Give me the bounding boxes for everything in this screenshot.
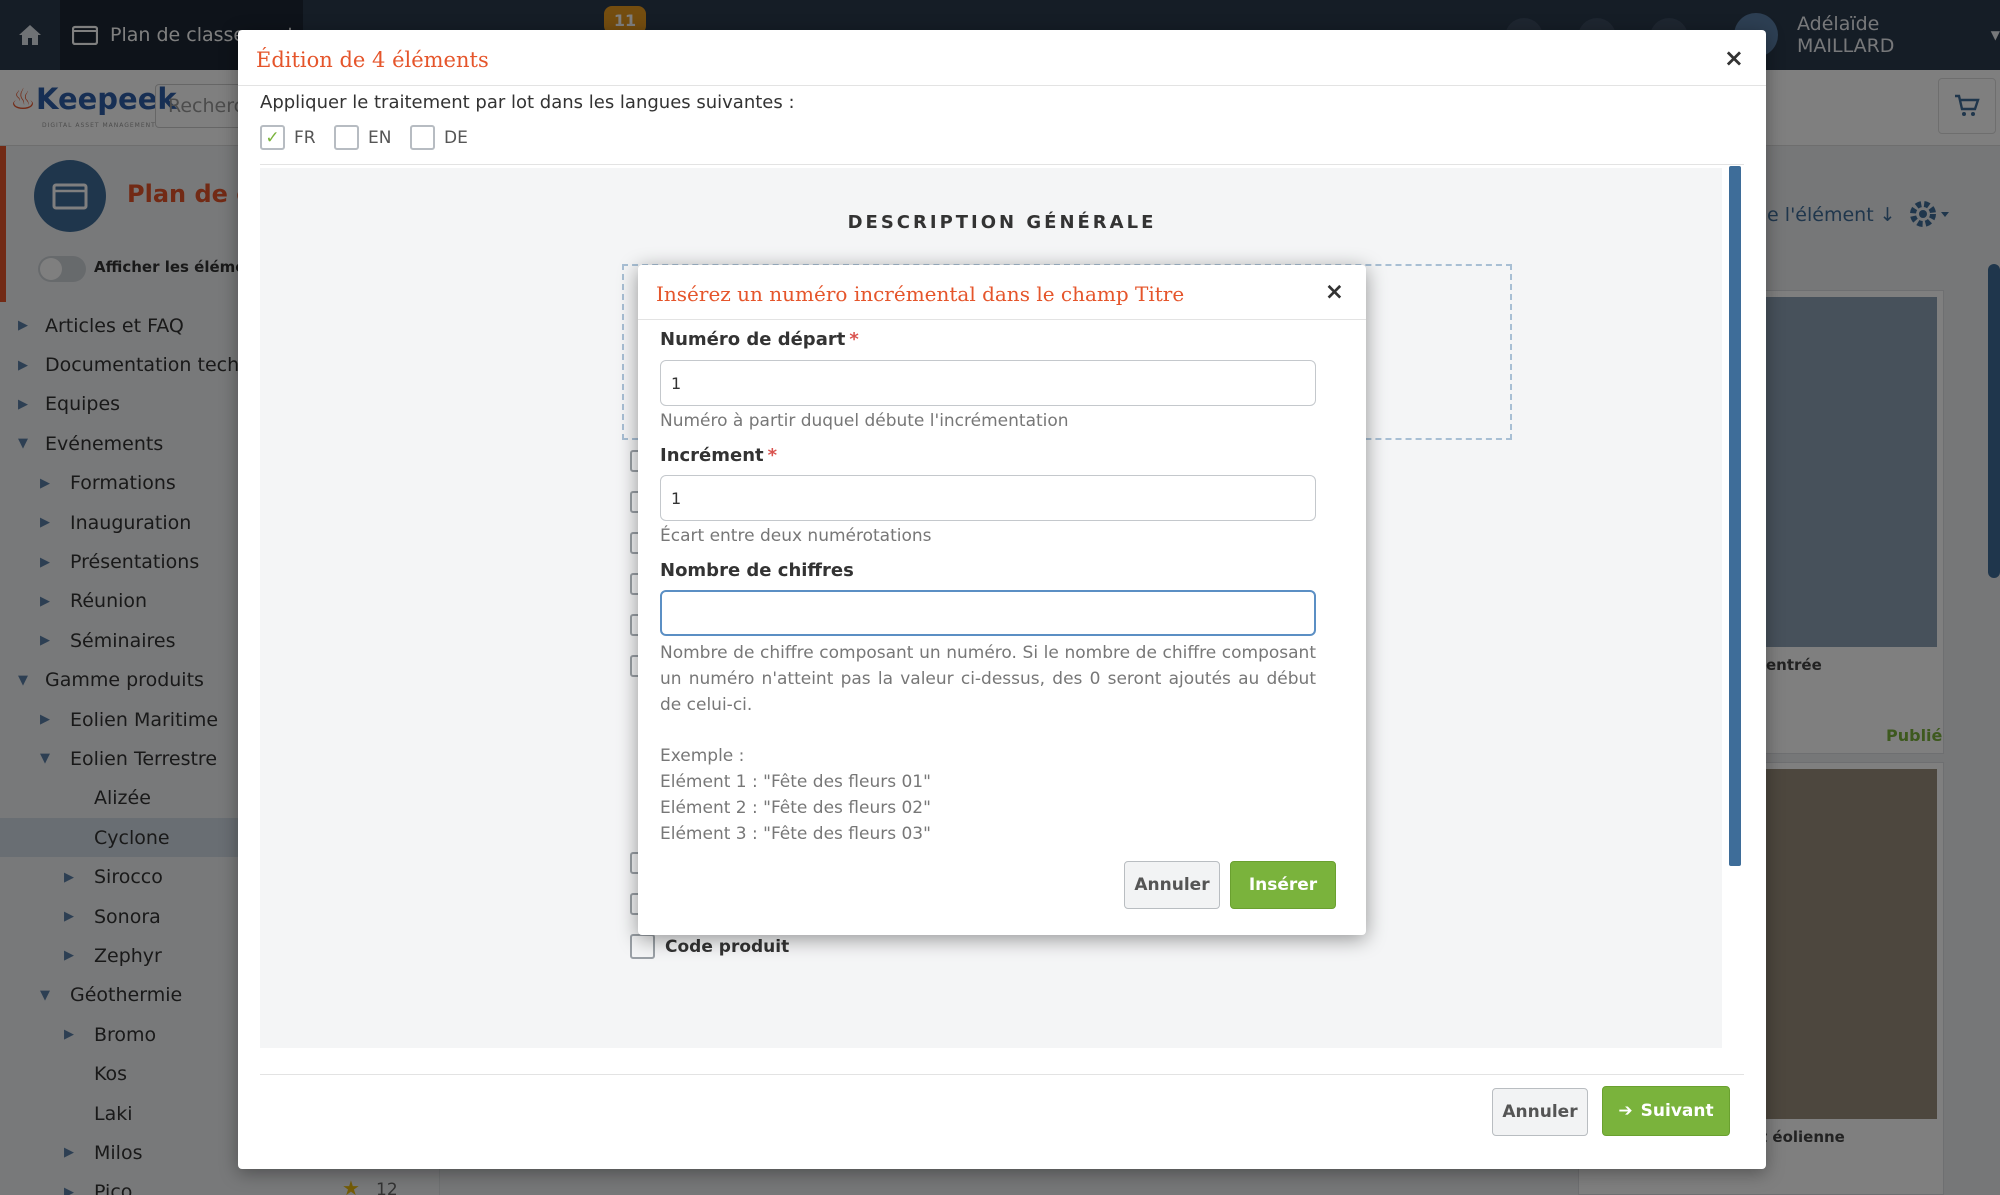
digits-label: Nombre de chiffres xyxy=(660,560,854,581)
scrollbar[interactable] xyxy=(1729,166,1741,866)
dialog-header: Insérez un numéro incrémental dans le ch… xyxy=(638,265,1366,320)
label-text: Incrément xyxy=(660,445,764,466)
required-marker: * xyxy=(849,329,859,350)
example-block: Exemple : Elément 1 : "Fête des fleurs 0… xyxy=(660,743,931,847)
language-checkbox-de[interactable]: DE xyxy=(410,125,468,150)
divider xyxy=(260,1074,1744,1075)
checkbox-icon xyxy=(334,125,359,150)
digits-help: Nombre de chiffre composant un numéro. S… xyxy=(660,643,1316,715)
field-label: Code produit xyxy=(665,936,790,957)
required-marker: * xyxy=(767,445,778,466)
field-code-produit[interactable]: Code produit xyxy=(630,934,789,959)
cancel-button[interactable]: Annuler xyxy=(1124,861,1220,909)
increment-number-dialog: Insérez un numéro incrémental dans le ch… xyxy=(638,265,1366,935)
checkbox-icon xyxy=(630,934,655,959)
section-title: DESCRIPTION GÉNÉRALE xyxy=(847,212,1157,233)
example-heading: Exemple : xyxy=(660,746,745,766)
checkbox-checked-icon: ✓ xyxy=(260,125,285,150)
increment-input[interactable] xyxy=(660,475,1316,521)
start-number-input[interactable] xyxy=(660,360,1316,406)
next-button[interactable]: ➔ Suivant xyxy=(1602,1086,1730,1136)
example-line: Elément 1 : "Fête des fleurs 01" xyxy=(660,772,931,792)
label-text: Numéro de départ xyxy=(660,329,846,350)
divider xyxy=(260,164,1744,165)
start-number-help: Numéro à partir duquel débute l'incrémen… xyxy=(660,411,1069,431)
language-label: DE xyxy=(444,127,468,148)
close-icon[interactable]: × xyxy=(1325,279,1344,305)
digits-input[interactable] xyxy=(660,590,1316,636)
insert-button[interactable]: Insérer xyxy=(1230,861,1336,909)
example-line: Elément 3 : "Fête des fleurs 03" xyxy=(660,824,931,844)
modal-header: Édition de 4 éléments × xyxy=(238,30,1766,86)
language-checkbox-en[interactable]: EN xyxy=(334,125,391,150)
arrow-right-icon: ➔ xyxy=(1618,1101,1633,1121)
start-number-label: Numéro de départ * xyxy=(660,329,859,350)
close-icon[interactable]: × xyxy=(1724,44,1744,72)
checkbox-icon xyxy=(410,125,435,150)
language-label: EN xyxy=(368,127,392,148)
language-label: FR xyxy=(294,127,316,148)
modal-title: Édition de 4 éléments xyxy=(256,48,489,72)
example-line: Elément 2 : "Fête des fleurs 02" xyxy=(660,798,931,818)
increment-help: Écart entre deux numérotations xyxy=(660,526,932,546)
language-checkbox-fr[interactable]: ✓ FR xyxy=(260,125,316,150)
dialog-title: Insérez un numéro incrémental dans le ch… xyxy=(656,282,1185,306)
increment-label: Incrément * xyxy=(660,445,777,466)
cancel-button[interactable]: Annuler xyxy=(1492,1088,1588,1136)
next-label: Suivant xyxy=(1640,1101,1714,1121)
language-prompt: Appliquer le traitement par lot dans les… xyxy=(260,92,795,113)
